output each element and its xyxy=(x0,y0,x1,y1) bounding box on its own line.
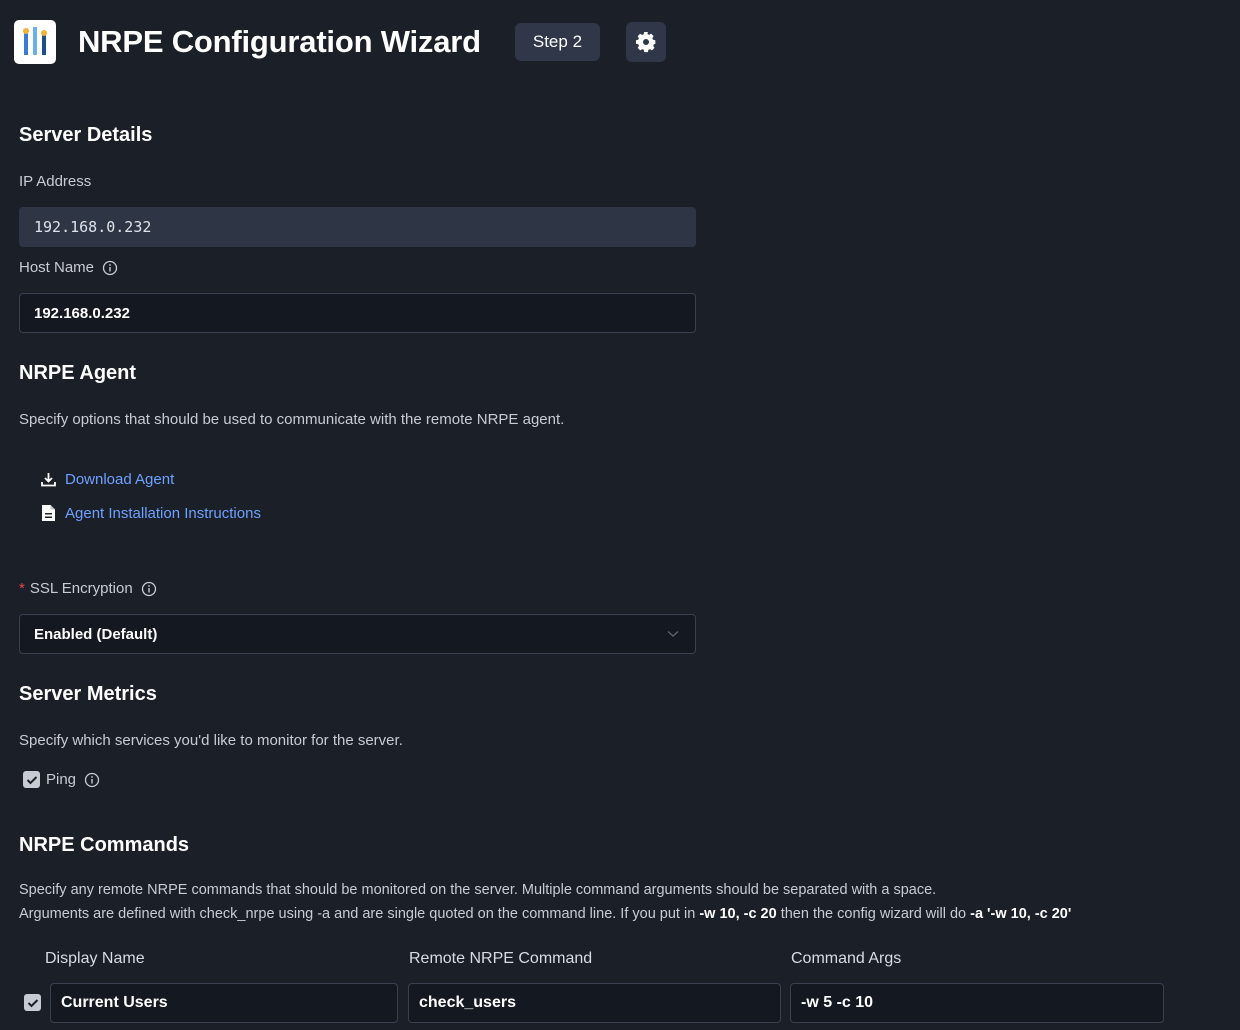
info-icon[interactable] xyxy=(141,581,157,597)
display-name-input[interactable]: Current Users xyxy=(50,983,398,1023)
column-header-remote-command: Remote NRPE Command xyxy=(409,950,593,967)
server-metrics-description: Specify which services you'd like to mon… xyxy=(19,732,403,749)
ssl-encryption-label-text: SSL Encryption xyxy=(29,580,133,597)
agent-instructions-link[interactable]: Agent Installation Instructions xyxy=(40,504,261,522)
server-metrics-heading: Server Metrics xyxy=(19,683,157,705)
remote-command-input[interactable]: check_users xyxy=(408,983,781,1023)
ping-option: Ping xyxy=(23,771,100,788)
command-row-checkbox[interactable] xyxy=(24,994,41,1011)
nrpe-commands-heading: NRPE Commands xyxy=(19,834,190,856)
server-details-heading: Server Details xyxy=(19,124,153,146)
nrpe-logo-icon xyxy=(14,20,56,64)
nrpe-commands-description-line2: Arguments are defined with check_nrpe us… xyxy=(19,906,1071,922)
column-header-command-args: Command Args xyxy=(791,950,902,967)
required-marker: * xyxy=(19,580,25,597)
desc-bold-result: -a '-w 10, -c 20' xyxy=(970,906,1072,922)
ssl-encryption-select[interactable]: Enabled (Default) xyxy=(19,614,696,654)
nrpe-commands-description-line1: Specify any remote NRPE commands that sh… xyxy=(19,882,937,898)
host-name-label: Host Name xyxy=(19,259,118,276)
step-badge: Step 2 xyxy=(514,23,601,61)
check-icon xyxy=(27,998,38,1007)
command-args-input[interactable]: -w 5 -c 10 xyxy=(790,983,1164,1023)
ping-checkbox[interactable] xyxy=(23,771,40,788)
download-agent-label: Download Agent xyxy=(65,471,175,488)
column-header-display-name: Display Name xyxy=(45,950,145,967)
gear-icon xyxy=(636,32,656,53)
check-icon xyxy=(26,775,37,784)
info-icon[interactable] xyxy=(102,260,118,276)
download-icon xyxy=(41,473,56,487)
host-name-input[interactable]: 192.168.0.232 xyxy=(19,293,696,333)
ip-address-field: 192.168.0.232 xyxy=(19,207,696,247)
page-title: NRPE Configuration Wizard xyxy=(78,24,481,59)
ip-address-label: IP Address xyxy=(19,173,92,190)
document-icon xyxy=(42,505,55,521)
download-agent-link[interactable]: Download Agent xyxy=(40,471,174,488)
ssl-encryption-value: Enabled (Default) xyxy=(34,625,158,643)
host-name-label-text: Host Name xyxy=(19,259,95,276)
ssl-encryption-label: * SSL Encryption xyxy=(19,580,157,597)
chevron-down-icon xyxy=(667,630,679,637)
nrpe-agent-description: Specify options that should be used to c… xyxy=(19,411,565,428)
page-header: NRPE Configuration Wizard Step 2 xyxy=(14,18,667,66)
nrpe-agent-heading: NRPE Agent xyxy=(19,362,137,384)
desc-bold-example: -w 10, -c 20 xyxy=(699,906,777,922)
agent-instructions-label: Agent Installation Instructions xyxy=(65,504,261,522)
desc-text-c: then the config wizard will do xyxy=(776,906,971,922)
settings-button[interactable] xyxy=(626,22,667,62)
info-icon[interactable] xyxy=(84,772,100,788)
desc-text-a: Arguments are defined with check_nrpe us… xyxy=(19,906,700,922)
ping-label: Ping xyxy=(46,771,77,788)
